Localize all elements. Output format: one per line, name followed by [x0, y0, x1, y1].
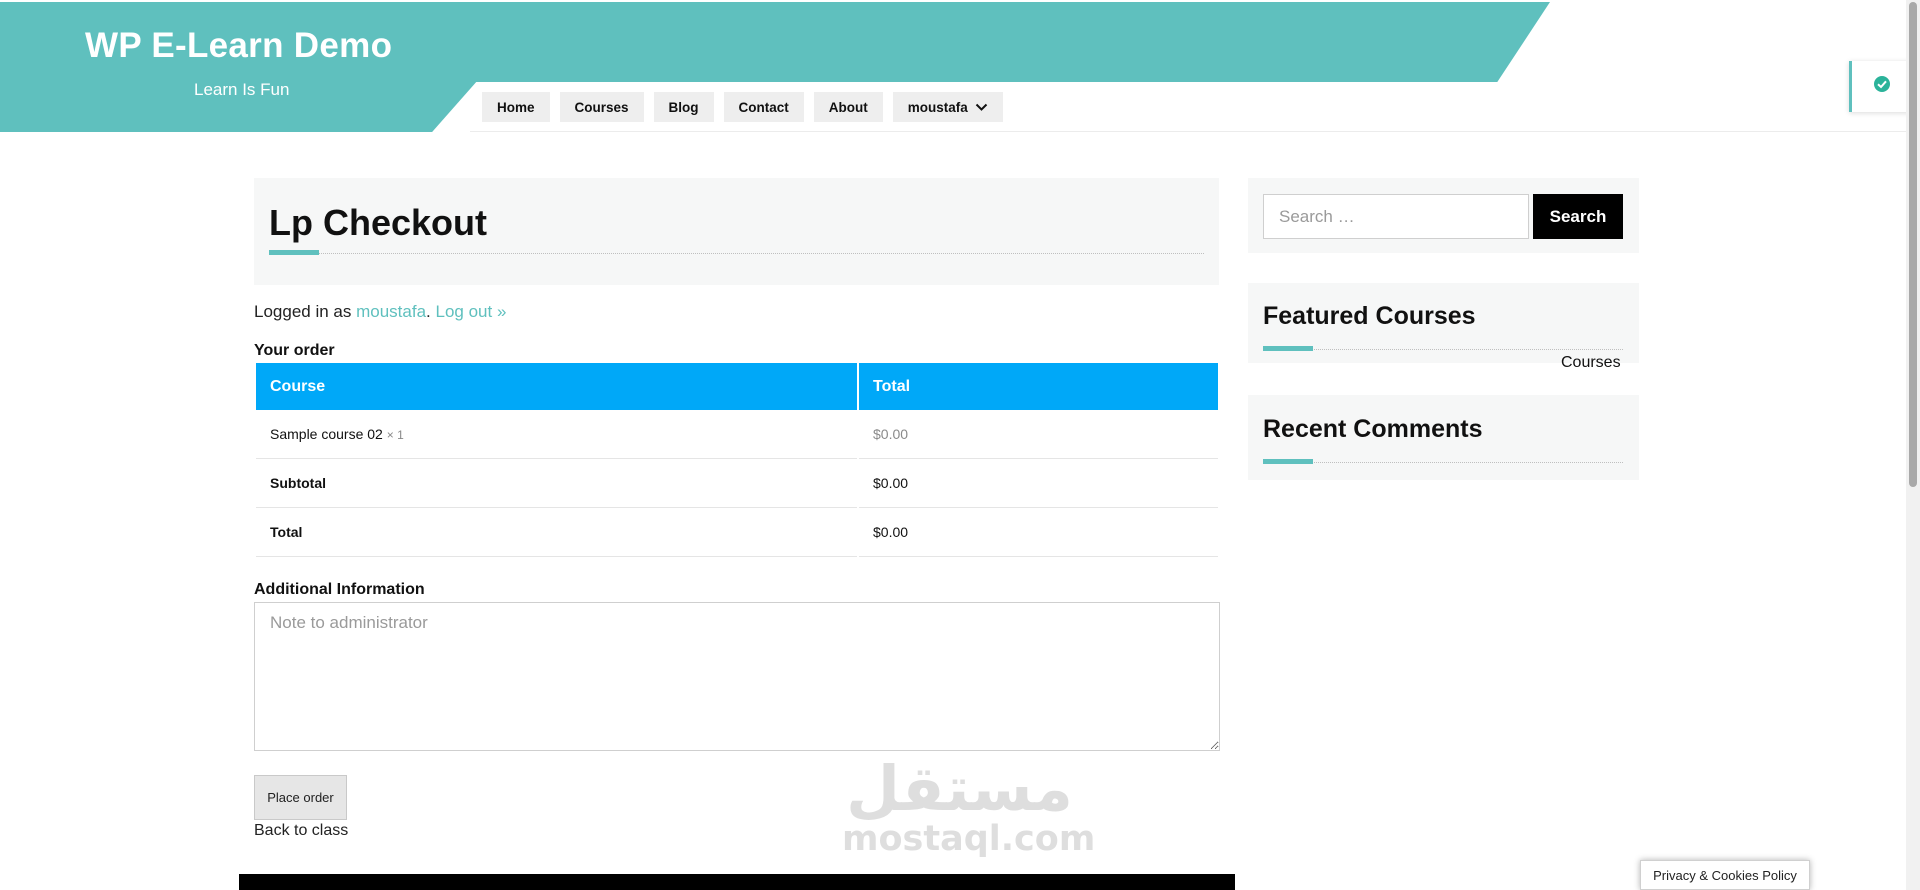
nav-home[interactable]: Home	[482, 92, 550, 122]
order-item-name: Sample course 02	[270, 426, 383, 442]
your-order-heading: Your order	[254, 342, 335, 359]
site-tagline: Learn Is Fun	[194, 80, 290, 99]
logout-link[interactable]: Log out »	[436, 302, 507, 321]
title-divider	[269, 253, 1204, 254]
logged-in-message: Logged in as moustafa. Log out »	[254, 302, 506, 322]
recent-comments-accent-bar	[1263, 459, 1313, 464]
nav-home-label: Home	[497, 99, 535, 115]
logged-in-separator: .	[426, 302, 431, 321]
watermark-arabic: مستقل	[846, 752, 1073, 825]
watermark-latin: mostaql.com	[842, 819, 1096, 859]
total-label: Total	[256, 508, 857, 557]
featured-courses-link[interactable]: Courses	[1561, 354, 1621, 372]
nav-user-label: moustafa	[907, 99, 968, 115]
order-note-textarea[interactable]	[254, 602, 1220, 751]
search-button[interactable]: Search	[1533, 194, 1623, 239]
logged-in-prefix: Logged in as	[254, 302, 357, 321]
main-navigation: Home Courses Blog Contact About moustafa	[482, 92, 1003, 122]
subtotal-value: $0.00	[859, 459, 1218, 508]
footer-bar	[239, 874, 1235, 890]
nav-user-menu[interactable]: moustafa	[892, 92, 1003, 122]
chevron-down-icon	[975, 103, 988, 112]
search-widget: Search	[1248, 178, 1639, 253]
title-accent-bar	[269, 250, 319, 255]
total-value: $0.00	[859, 508, 1218, 557]
recent-comments-divider	[1263, 462, 1623, 463]
order-item-name-cell: Sample course 02 × 1	[256, 410, 857, 459]
check-circle-icon	[1873, 75, 1891, 98]
page-header: Lp Checkout	[254, 178, 1219, 285]
recent-comments-title: Recent Comments	[1263, 415, 1483, 443]
order-table: Course Total Sample course 02 × 1 $0.00 …	[254, 363, 1220, 557]
order-table-header: Course Total	[256, 363, 1218, 410]
notification-toast[interactable]	[1849, 61, 1911, 112]
back-to-class-link[interactable]: Back to class	[254, 822, 348, 840]
nav-about[interactable]: About	[813, 92, 883, 122]
username-link[interactable]: moustafa	[356, 302, 426, 321]
scrollbar-thumb[interactable]	[1909, 2, 1917, 487]
nav-contact-label: Contact	[738, 99, 789, 115]
nav-blog[interactable]: Blog	[653, 92, 714, 122]
column-header-course: Course	[256, 363, 857, 410]
order-item-total: $0.00	[859, 410, 1218, 459]
nav-blog-label: Blog	[668, 99, 699, 115]
privacy-cookies-button[interactable]: Privacy & Cookies Policy	[1640, 860, 1810, 890]
subtotal-label: Subtotal	[256, 459, 857, 508]
nav-contact[interactable]: Contact	[723, 92, 804, 122]
nav-about-label: About	[828, 99, 868, 115]
site-title[interactable]: WP E-Learn Demo	[85, 26, 392, 66]
place-order-button[interactable]: Place order	[254, 775, 347, 820]
total-row: Total $0.00	[256, 508, 1218, 557]
featured-courses-accent-bar	[1263, 346, 1313, 351]
column-header-total: Total	[859, 363, 1218, 410]
page-title: Lp Checkout	[269, 202, 488, 243]
recent-comments-widget: Recent Comments	[1248, 395, 1639, 480]
featured-courses-title: Featured Courses	[1263, 302, 1476, 330]
nav-courses-label: Courses	[574, 99, 629, 115]
search-input[interactable]	[1263, 194, 1529, 239]
featured-courses-widget: Featured Courses	[1248, 283, 1639, 363]
order-item-row: Sample course 02 × 1 $0.00	[256, 410, 1218, 459]
mostaql-watermark: مستقل mostaql.com	[842, 752, 1096, 859]
order-item-qty: × 1	[386, 428, 404, 442]
nav-courses[interactable]: Courses	[559, 92, 644, 122]
additional-info-heading: Additional Information	[254, 581, 425, 598]
featured-courses-divider	[1263, 349, 1623, 350]
subtotal-row: Subtotal $0.00	[256, 459, 1218, 508]
header-divider	[470, 131, 1910, 132]
